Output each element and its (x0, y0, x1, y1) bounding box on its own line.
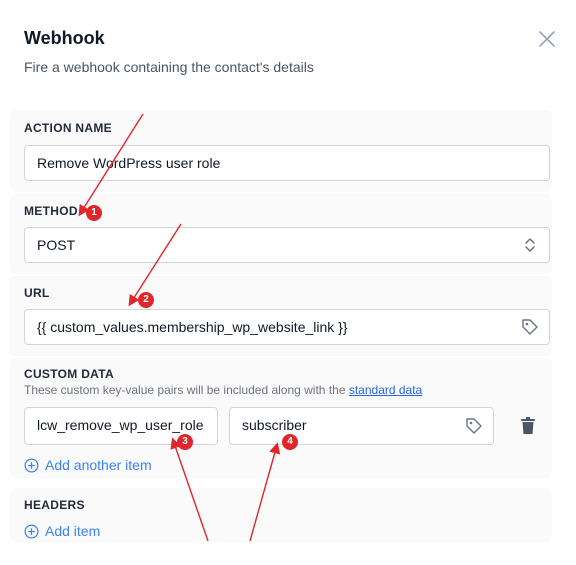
page-subtitle: Fire a webhook containing the contact's … (24, 59, 314, 75)
custom-data-label: CUSTOM DATA (24, 367, 114, 381)
method-select[interactable]: POST (24, 227, 550, 263)
method-value: POST (37, 237, 76, 253)
standard-data-link[interactable]: standard data (349, 383, 422, 397)
plus-circle-icon (24, 458, 39, 472)
method-label: METHOD (24, 204, 78, 218)
annotation-badge-2: 2 (138, 292, 154, 308)
url-value: {{ custom_values.membership_wp_website_l… (37, 319, 348, 335)
custom-data-help-text: These custom key-value pairs will be inc… (24, 383, 346, 397)
trash-icon[interactable] (518, 416, 538, 436)
chevron-updown-icon (525, 238, 535, 252)
annotation-badge-4: 4 (282, 434, 298, 450)
custom-data-value-input[interactable]: subscriber (229, 407, 494, 445)
add-another-item-label: Add another item (45, 457, 152, 473)
add-another-item-button[interactable]: Add another item (24, 457, 152, 473)
plus-circle-icon (24, 524, 39, 538)
annotation-badge-3: 3 (177, 434, 193, 450)
tag-icon[interactable] (521, 318, 539, 336)
custom-data-value: subscriber (242, 417, 307, 433)
add-item-label: Add item (45, 523, 101, 539)
url-input[interactable]: {{ custom_values.membership_wp_website_l… (24, 309, 550, 345)
custom-data-help: These custom key-value pairs will be inc… (24, 383, 422, 397)
page-title: Webhook (24, 28, 105, 48)
url-label: URL (24, 286, 50, 300)
headers-label: HEADERS (24, 498, 85, 512)
action-name-input[interactable]: Remove WordPress user role (24, 145, 550, 181)
tag-icon[interactable] (465, 417, 483, 435)
close-icon[interactable] (538, 30, 556, 48)
annotation-badge-1: 1 (86, 205, 102, 221)
action-name-label: ACTION NAME (24, 121, 112, 135)
add-header-item-button[interactable]: Add item (24, 523, 100, 539)
